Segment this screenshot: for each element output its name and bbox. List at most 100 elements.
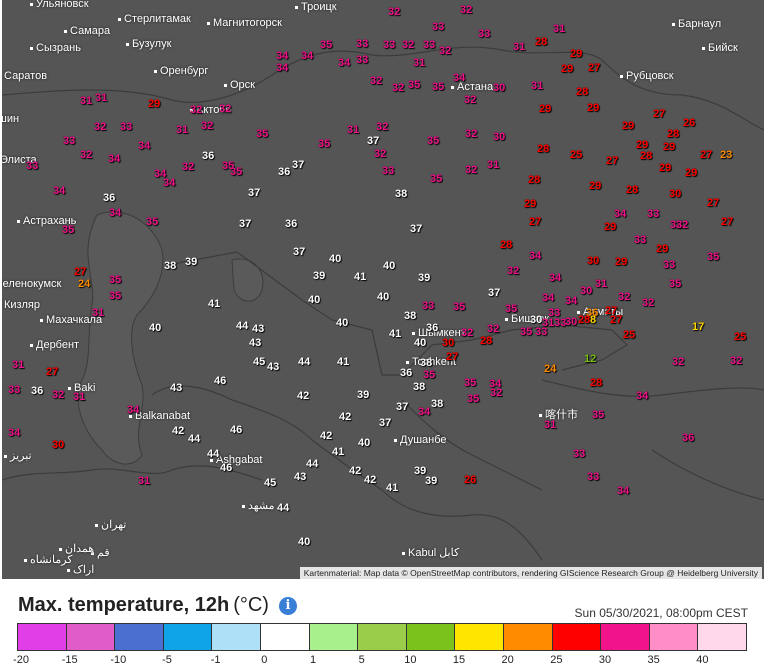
temperature-value[interactable]: 29 xyxy=(148,98,160,110)
temperature-value[interactable]: 38 xyxy=(164,260,176,272)
temperature-value[interactable]: 40 xyxy=(149,322,161,334)
temperature-value[interactable]: 33 xyxy=(356,54,368,66)
temperature-value[interactable]: 32 xyxy=(460,4,472,16)
temperature-value[interactable]: 32 xyxy=(618,291,630,303)
temperature-value[interactable]: 43 xyxy=(267,361,279,373)
temperature-value[interactable]: 35 xyxy=(464,377,476,389)
temperature-value[interactable]: 33 xyxy=(587,471,599,483)
temperature-value[interactable]: 32 xyxy=(402,39,414,51)
temperature-value[interactable]: 40 xyxy=(414,337,426,349)
temperature-value[interactable]: 32 xyxy=(439,45,451,57)
temperature-value[interactable]: 27 xyxy=(606,155,618,167)
temperature-value[interactable]: 30 xyxy=(442,337,454,349)
temperature-value[interactable]: 31 xyxy=(413,57,425,69)
temperature-value[interactable]: 33 xyxy=(26,160,38,172)
temperature-value[interactable]: 32 xyxy=(672,356,684,368)
temperature-value[interactable]: 34 xyxy=(53,185,65,197)
temperature-value[interactable]: 34 xyxy=(138,140,150,152)
temperature-value[interactable]: 34 xyxy=(276,62,288,74)
temperature-value[interactable]: 34 xyxy=(338,57,350,69)
temperature-value[interactable]: 33 xyxy=(432,21,444,33)
temperature-value[interactable]: 37 xyxy=(488,287,500,299)
temperature-value[interactable]: 24 xyxy=(78,278,90,290)
temperature-value[interactable]: 28 xyxy=(590,377,602,389)
temperature-value[interactable]: 29 xyxy=(685,167,697,179)
temperature-value[interactable]: 32 xyxy=(374,148,386,160)
temperature-value[interactable]: 35 xyxy=(256,128,268,140)
temperature-value[interactable]: 36 xyxy=(202,150,214,162)
temperature-value[interactable]: 27 xyxy=(653,108,665,120)
temperature-value[interactable]: 29 xyxy=(656,243,668,255)
temperature-value[interactable]: 33 xyxy=(383,39,395,51)
temperature-value[interactable]: 27 xyxy=(721,216,733,228)
temperature-value[interactable]: 35 xyxy=(669,278,681,290)
temperature-value[interactable]: 29 xyxy=(604,221,616,233)
temperature-value[interactable]: 32 xyxy=(730,355,742,367)
temperature-value[interactable]: 32 xyxy=(676,219,688,231)
temperature-value[interactable]: 26 xyxy=(683,117,695,129)
temperature-value[interactable]: 28 xyxy=(500,239,512,251)
temperature-value[interactable]: 37 xyxy=(379,417,391,429)
temperature-value[interactable]: 27 xyxy=(610,314,622,326)
temperature-value[interactable]: 30 xyxy=(52,439,64,451)
temperature-value[interactable]: 40 xyxy=(329,253,341,265)
temperature-value[interactable]: 37 xyxy=(367,135,379,147)
temperature-value[interactable]: 32 xyxy=(507,265,519,277)
temperature-value[interactable]: 28 xyxy=(667,128,679,140)
temperature-value[interactable]: 28 xyxy=(528,174,540,186)
temperature-value[interactable]: 29 xyxy=(587,102,599,114)
temperature-value[interactable]: 43 xyxy=(252,323,264,335)
temperature-value[interactable]: 30 xyxy=(530,314,542,326)
temperature-value[interactable]: 35 xyxy=(109,274,121,286)
temperature-value[interactable]: 44 xyxy=(306,458,318,470)
temperature-value[interactable]: 43 xyxy=(294,471,306,483)
temperature-value[interactable]: 40 xyxy=(377,291,389,303)
temperature-value[interactable]: 34 xyxy=(453,72,465,84)
temperature-value[interactable]: 33 xyxy=(663,259,675,271)
temperature-value[interactable]: 46 xyxy=(220,462,232,474)
temperature-value[interactable]: 32 xyxy=(219,103,231,115)
temperature-value[interactable]: 34 xyxy=(549,272,561,284)
temperature-value[interactable]: 34 xyxy=(109,207,121,219)
temperature-value[interactable]: 39 xyxy=(313,270,325,282)
temperature-value[interactable]: 31 xyxy=(138,475,150,487)
temperature-value[interactable]: 32 xyxy=(487,323,499,335)
temperature-value[interactable]: 42 xyxy=(349,465,361,477)
temperature-value[interactable]: 41 xyxy=(337,356,349,368)
temperature-value[interactable]: 36 xyxy=(31,385,43,397)
temperature-value[interactable]: 40 xyxy=(336,317,348,329)
temperature-value[interactable]: 37 xyxy=(396,401,408,413)
temperature-value[interactable]: 31 xyxy=(513,41,525,53)
temperature-value[interactable]: 36 xyxy=(278,166,290,178)
temperature-value[interactable]: 35 xyxy=(453,301,465,313)
temperature-value[interactable]: 32 xyxy=(376,121,388,133)
temperature-value[interactable]: 44 xyxy=(207,448,219,460)
temperature-value[interactable]: 32 xyxy=(94,121,106,133)
temperature-value[interactable]: 42 xyxy=(297,390,309,402)
temperature-value[interactable]: 17 xyxy=(692,321,704,333)
temperature-value[interactable]: 28 xyxy=(537,143,549,155)
temperature-value[interactable]: 36 xyxy=(285,218,297,230)
temperature-value[interactable]: 27 xyxy=(707,197,719,209)
temperature-value[interactable]: 35 xyxy=(109,290,121,302)
temperature-value[interactable]: 46 xyxy=(230,424,242,436)
temperature-value[interactable]: 28 xyxy=(576,86,588,98)
temperature-value[interactable]: 33 xyxy=(634,234,646,246)
info-icon[interactable]: i xyxy=(278,596,297,615)
temperature-value[interactable]: 35 xyxy=(592,409,604,421)
temperature-value[interactable]: 27 xyxy=(46,366,58,378)
temperature-value[interactable]: 46 xyxy=(214,375,226,387)
temperature-value[interactable]: 34 xyxy=(127,404,139,416)
temperature-value[interactable]: 8 xyxy=(590,314,596,326)
temperature-value[interactable]: 36 xyxy=(682,432,694,444)
temperature-value[interactable]: 38 xyxy=(413,381,425,393)
temperature-value[interactable]: 32 xyxy=(490,387,502,399)
temperature-value[interactable]: 34 xyxy=(301,50,313,62)
temperature-value[interactable]: 30 xyxy=(565,316,577,328)
temperature-value[interactable]: 25 xyxy=(570,149,582,161)
temperature-value[interactable]: 32 xyxy=(392,82,404,94)
temperature-value[interactable]: 34 xyxy=(614,208,626,220)
temperature-value[interactable]: 36 xyxy=(426,322,438,334)
temperature-value[interactable]: 35 xyxy=(467,393,479,405)
temperature-value[interactable]: 29 xyxy=(539,103,551,115)
